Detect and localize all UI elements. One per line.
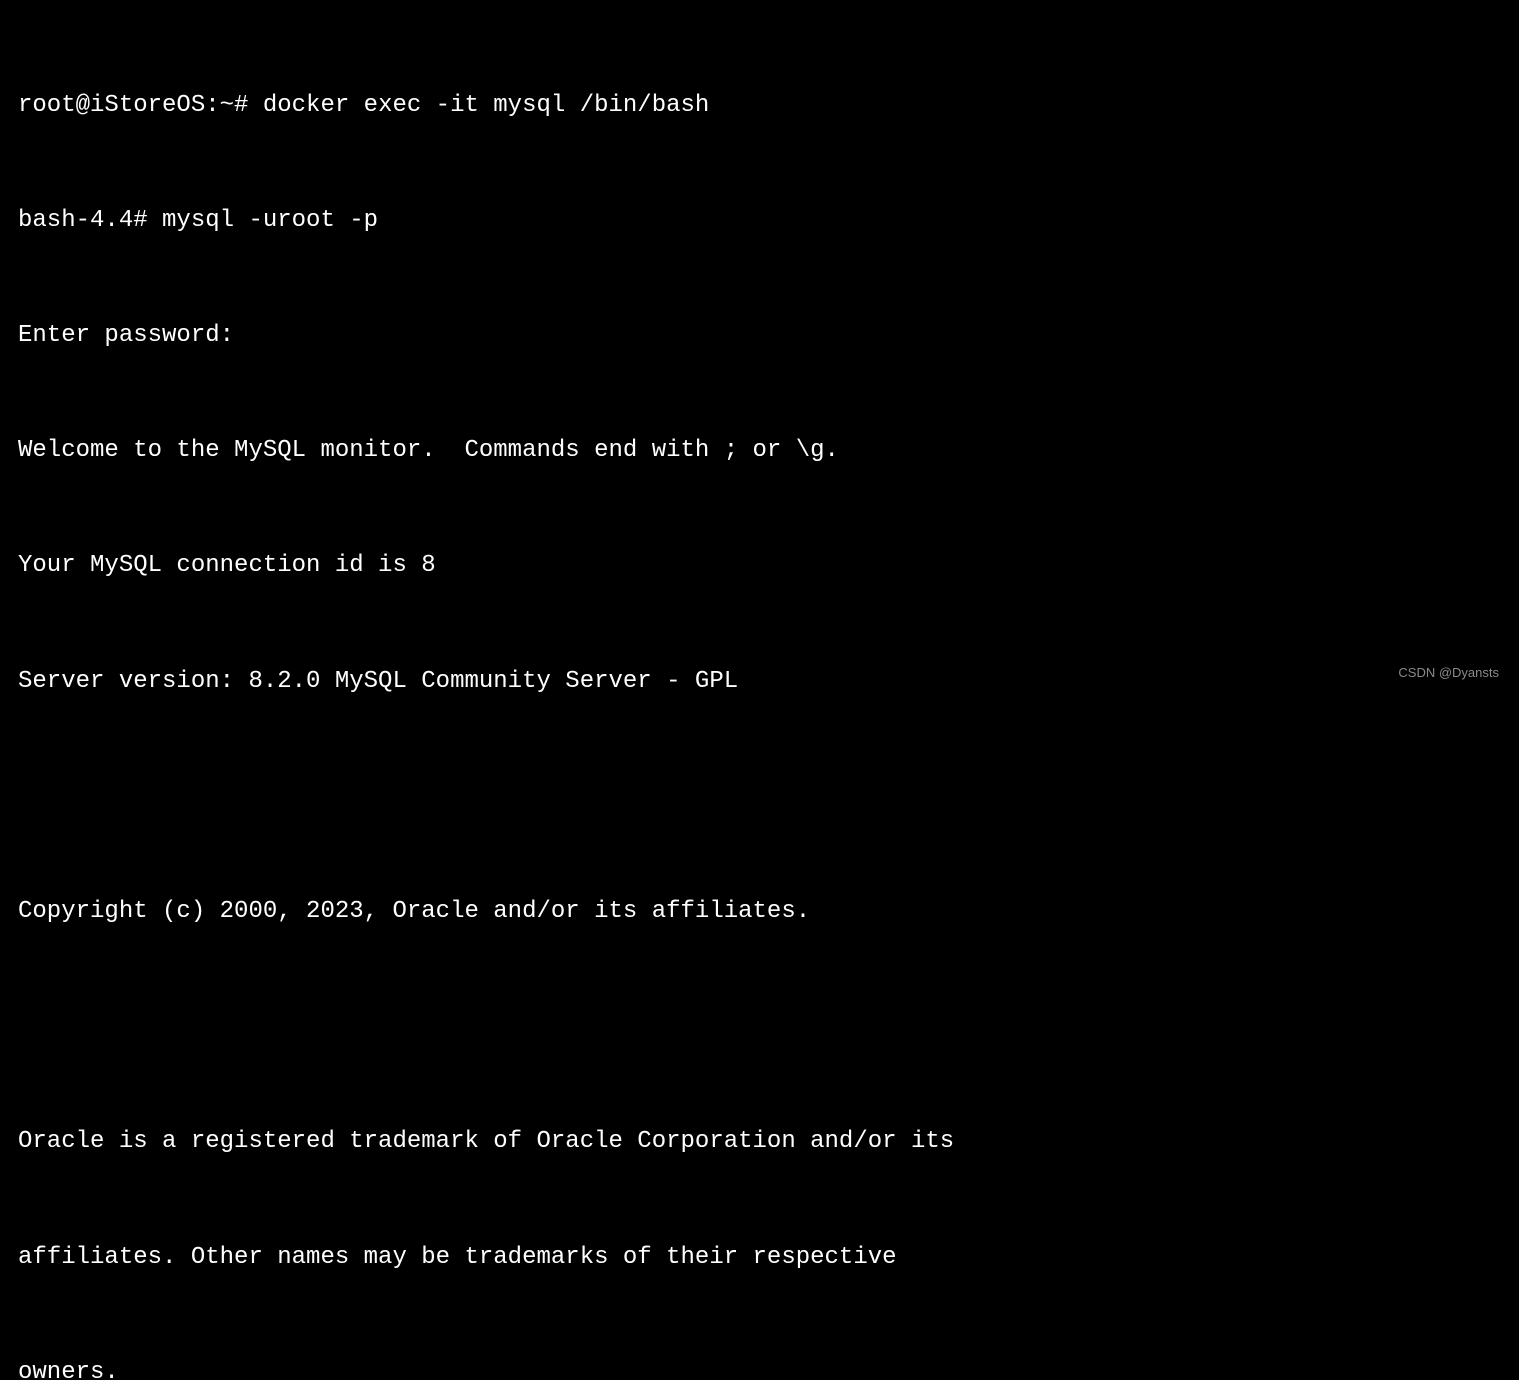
shell-prompt: bash-4.4# [18, 207, 162, 234]
output-line: Enter password: [18, 317, 1501, 355]
output-line: Your MySQL connection id is 8 [18, 547, 1501, 585]
terminal-output[interactable]: root@iStoreOS:~# docker exec -it mysql /… [18, 10, 1501, 1380]
shell-prompt: root@iStoreOS:~# [18, 92, 263, 119]
output-line [18, 778, 1501, 816]
output-line: Server version: 8.2.0 MySQL Community Se… [18, 663, 1501, 701]
command-line: bash-4.4# mysql -uroot -p [18, 202, 1501, 240]
output-line: affiliates. Other names may be trademark… [18, 1239, 1501, 1277]
output-line [18, 1008, 1501, 1046]
output-line: owners. [18, 1354, 1501, 1380]
output-line: Oracle is a registered trademark of Orac… [18, 1123, 1501, 1161]
command-line: root@iStoreOS:~# docker exec -it mysql /… [18, 87, 1501, 125]
watermark-text: CSDN @Dyansts [1398, 663, 1499, 684]
shell-command: mysql -uroot -p [162, 207, 378, 234]
output-line: Welcome to the MySQL monitor. Commands e… [18, 432, 1501, 470]
output-line: Copyright (c) 2000, 2023, Oracle and/or … [18, 893, 1501, 931]
shell-command: docker exec -it mysql /bin/bash [263, 92, 709, 119]
